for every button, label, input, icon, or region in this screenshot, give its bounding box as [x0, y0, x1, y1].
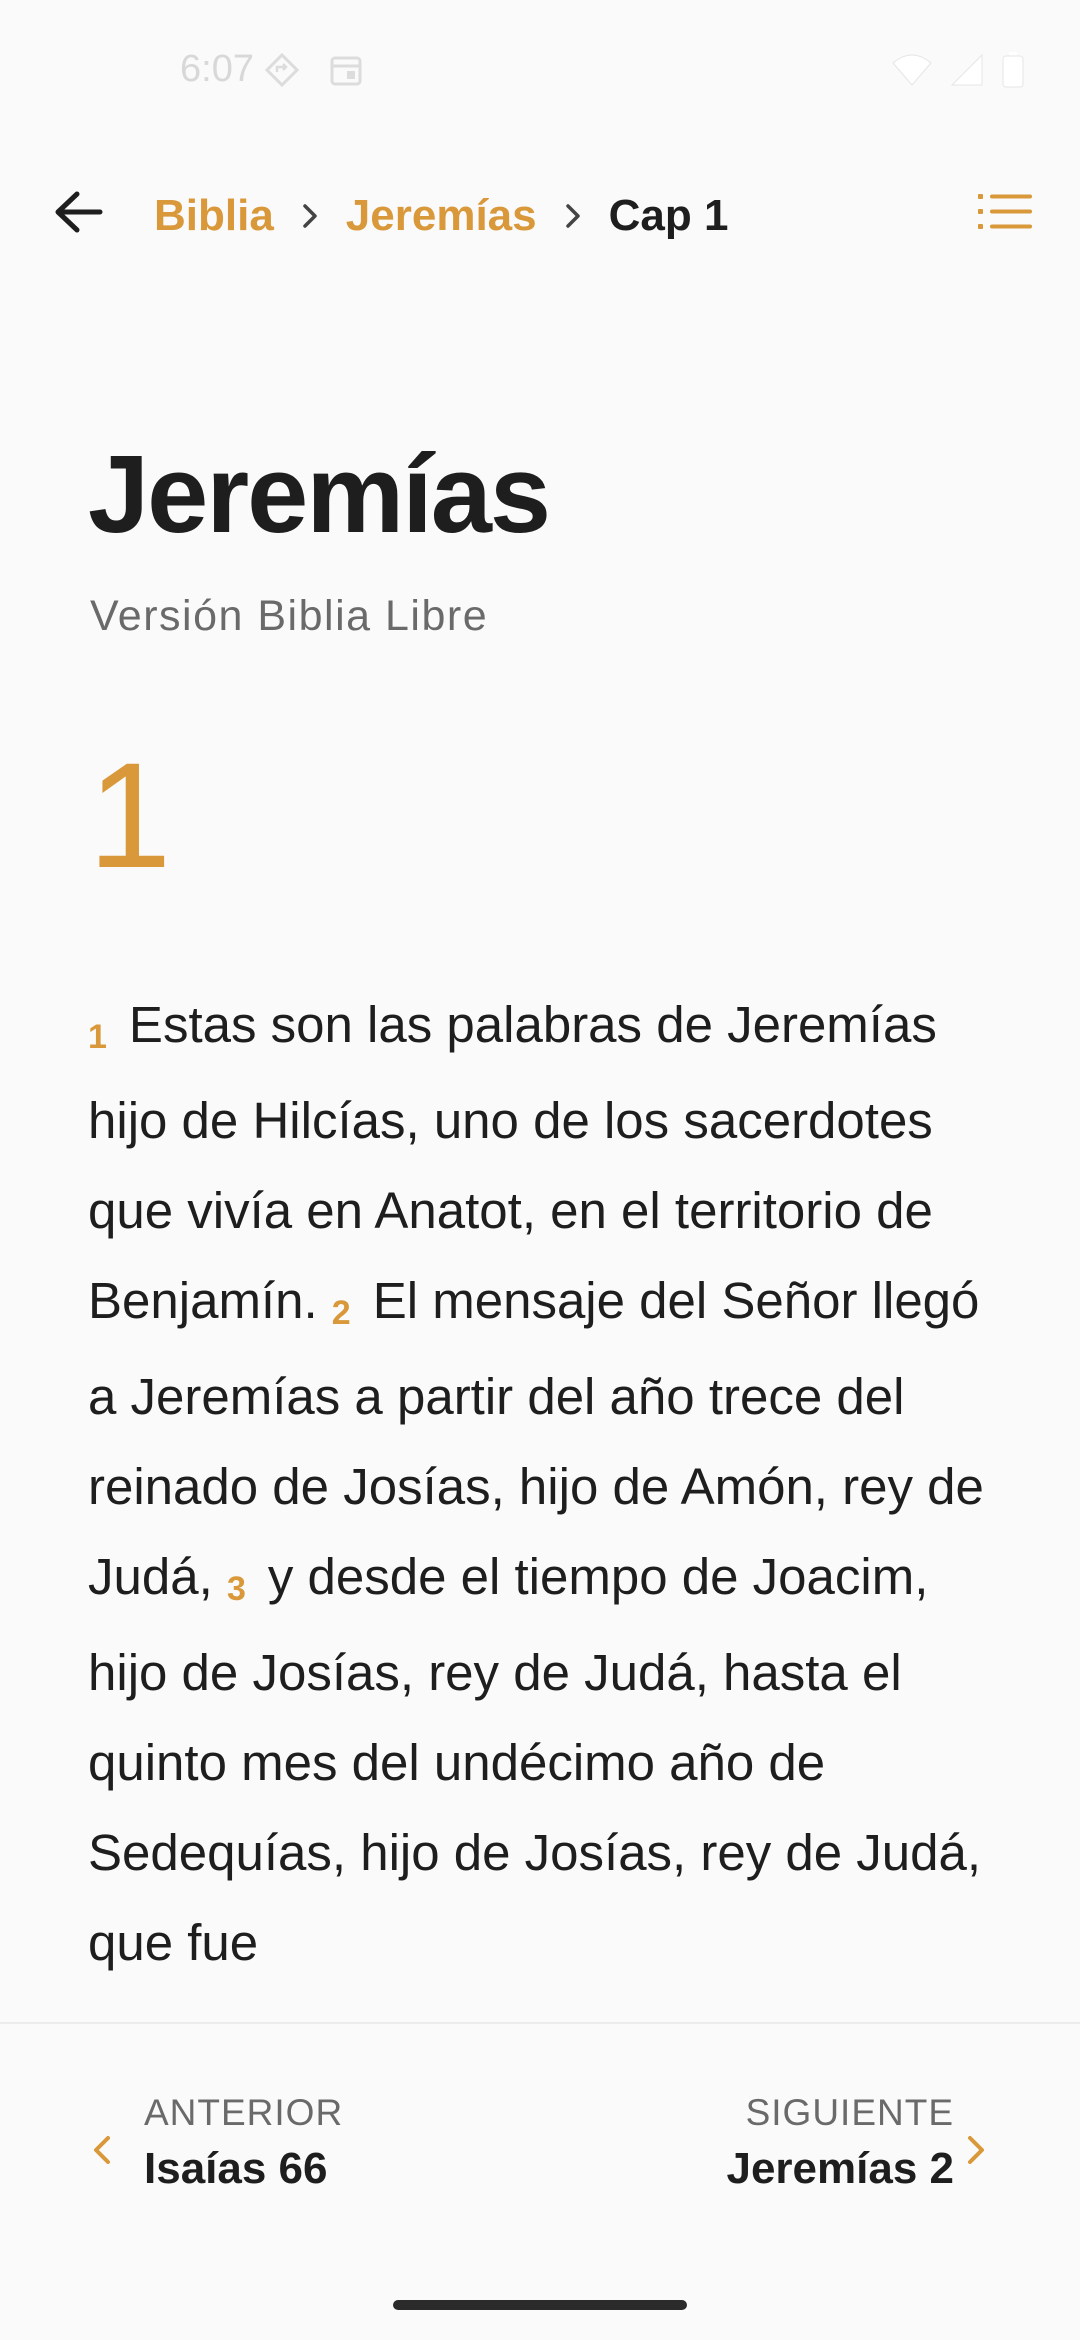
- status-time: 6:07: [180, 48, 254, 90]
- verses-text: 1 Estas son las palabras de Jeremías hijo…: [88, 980, 1008, 1988]
- chapter-navigation: ANTERIOR Isaías 66 SIGUIENTE Jeremías 2: [0, 2022, 1080, 2340]
- navigation-icon: [264, 52, 300, 88]
- chapter-list-button[interactable]: [968, 180, 1040, 248]
- verse-text: y desde el tiempo de Joacim, hijo de Jos…: [88, 1548, 982, 1971]
- breadcrumb: Biblia Jeremías Cap 1: [154, 186, 728, 246]
- calendar-icon: [328, 52, 364, 88]
- chevron-left-icon: [90, 2132, 126, 2172]
- reader-screen: 6:07 Biblia Jeremías Cap 1 Jeremías Vers…: [0, 0, 1080, 2340]
- list-icon: [976, 190, 1032, 239]
- chapter-content[interactable]: Jeremías Versión Biblia Libre 1 1 Estas s…: [0, 280, 1080, 2022]
- next-chapter-button[interactable]: SIGUIENTE Jeremías 2: [600, 2092, 1000, 2212]
- chevron-right-icon: [274, 186, 346, 246]
- breadcrumb-book[interactable]: Jeremías: [346, 191, 537, 241]
- chevron-right-icon: [537, 186, 609, 246]
- wifi-icon: [892, 53, 932, 92]
- verse-number: 3: [226, 1570, 246, 1608]
- home-indicator[interactable]: [393, 2300, 687, 2310]
- status-bar: 6:07: [0, 0, 1080, 140]
- previous-label: ANTERIOR: [144, 2092, 344, 2133]
- signal-icon: [950, 53, 984, 92]
- chapter-number: 1: [88, 731, 172, 899]
- next-label: SIGUIENTE: [745, 2092, 954, 2133]
- breadcrumb-bible[interactable]: Biblia: [154, 191, 274, 241]
- breadcrumb-chapter: Cap 1: [608, 191, 729, 240]
- battery-icon: [1002, 52, 1024, 93]
- chevron-right-icon: [964, 2132, 1000, 2172]
- verse-number: 2: [331, 1294, 351, 1332]
- verse-number: 1: [88, 1018, 107, 1056]
- status-indicators: [892, 52, 1024, 93]
- bible-version: Versión Biblia Libre: [90, 592, 489, 640]
- book-title: Jeremías: [88, 433, 551, 556]
- next-chapter: Jeremías 2: [726, 2144, 954, 2193]
- previous-chapter-button[interactable]: ANTERIOR Isaías 66: [90, 2092, 490, 2212]
- previous-chapter: Isaías 66: [144, 2144, 328, 2193]
- arrow-back-icon: [53, 190, 103, 239]
- top-app-bar: Biblia Jeremías Cap 1: [0, 150, 1080, 280]
- back-button[interactable]: [44, 180, 112, 248]
